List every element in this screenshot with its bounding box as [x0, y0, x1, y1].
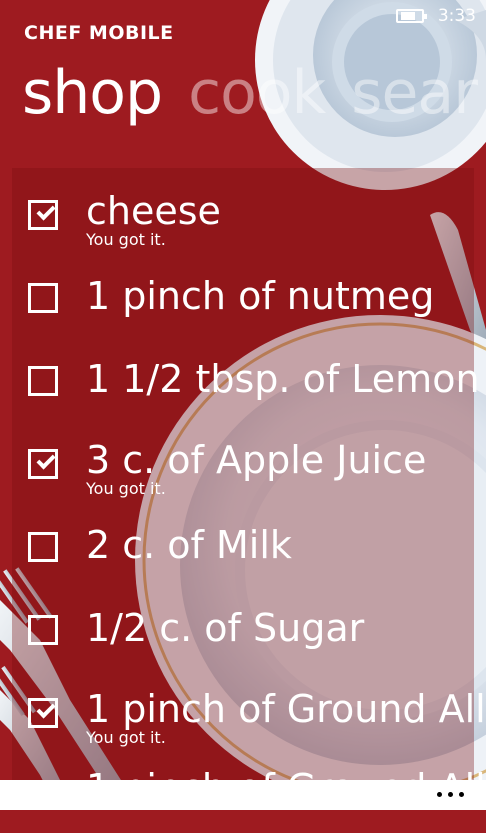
- checkbox-checked[interactable]: [28, 449, 58, 479]
- checkbox-unchecked[interactable]: [28, 615, 58, 645]
- item-label: 3 c. of Apple Juice: [86, 438, 427, 482]
- item-label: 2 c. of Milk: [86, 523, 292, 567]
- list-item[interactable]: 2 c. of Milk: [0, 504, 486, 584]
- status-time: 3:33: [437, 6, 476, 26]
- pivot-tab-shop[interactable]: shop: [22, 58, 163, 128]
- item-label: 1/2 c. of Sugar: [86, 606, 365, 650]
- list-item[interactable]: cheese You got it.: [0, 172, 486, 252]
- more-ellipsis-icon[interactable]: [437, 792, 464, 797]
- checkbox-checked[interactable]: [28, 200, 58, 230]
- item-note: You got it.: [86, 479, 166, 498]
- list-item[interactable]: 1 pinch of Ground All You got it.: [0, 670, 486, 750]
- pivot-tab-search[interactable]: sear: [351, 58, 478, 128]
- list-item[interactable]: 1 1/2 tbsp. of Lemon: [0, 338, 486, 418]
- checkbox-checked[interactable]: [28, 698, 58, 728]
- pivot-header: shop cook sear: [22, 58, 478, 128]
- checkbox-unchecked[interactable]: [28, 532, 58, 562]
- item-label: 1 pinch of Ground All: [86, 687, 486, 731]
- pivot-tab-cook[interactable]: cook: [188, 58, 326, 128]
- checkbox-unchecked[interactable]: [28, 283, 58, 313]
- item-note: You got it.: [86, 728, 166, 747]
- checkbox-unchecked[interactable]: [28, 366, 58, 396]
- item-note: You got it.: [86, 230, 166, 249]
- item-label: cheese: [86, 189, 221, 233]
- application-bar: [0, 780, 486, 810]
- list-item[interactable]: 1/2 c. of Sugar: [0, 587, 486, 667]
- list-item[interactable]: 3 c. of Apple Juice You got it.: [0, 421, 486, 501]
- item-label: 1 pinch of nutmeg: [86, 274, 435, 318]
- list-item[interactable]: 1 pinch of nutmeg: [0, 255, 486, 335]
- battery-charging-icon: [395, 9, 427, 23]
- item-label: 1 1/2 tbsp. of Lemon: [86, 357, 480, 401]
- app-title: CHEF MOBILE: [24, 22, 174, 44]
